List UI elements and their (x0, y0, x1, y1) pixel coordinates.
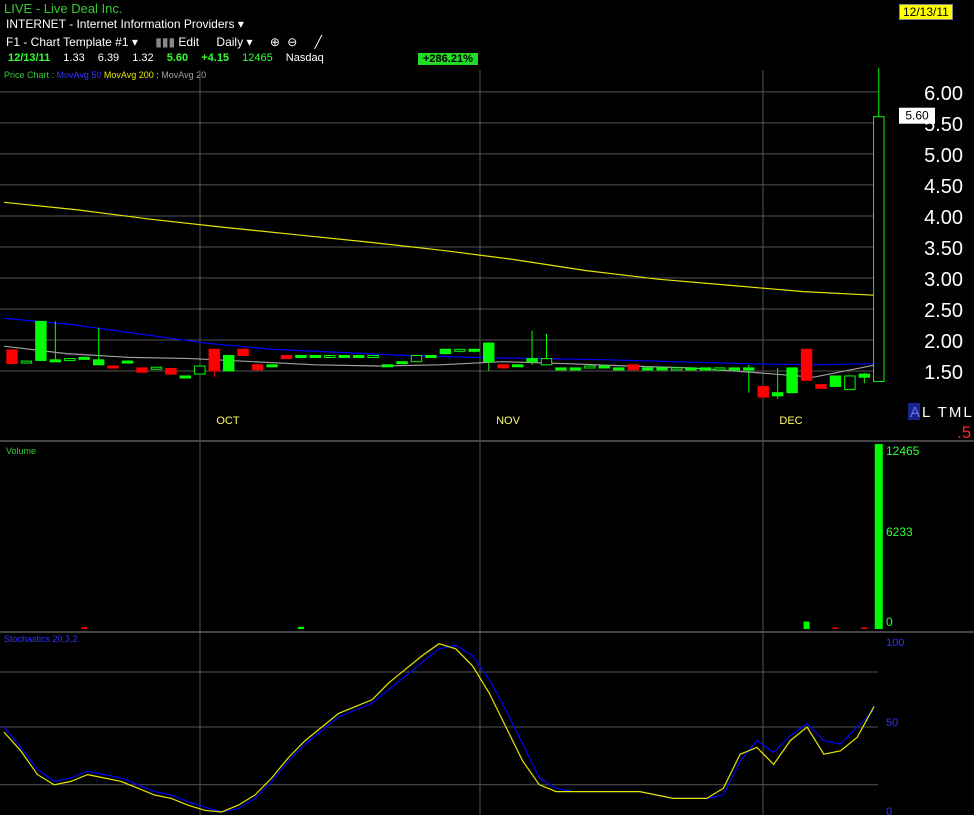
candle-body (396, 361, 408, 365)
volume-tick-label: 0 (886, 615, 893, 629)
y-tick-label: 4.00 (924, 207, 963, 229)
candle-body (771, 392, 784, 397)
y-tick-label: 2.50 (924, 300, 963, 322)
candle-body (526, 358, 538, 363)
candle-body (786, 367, 798, 394)
watermark-sub: .5 (957, 423, 971, 442)
chart-canvas[interactable]: OCT NOV DEC 1.50 2.00 2.50 3.00 3.50 4.00 4.50 5.0… (0, 0, 974, 815)
stoch-line (3, 643, 875, 813)
candle-body (873, 116, 885, 383)
candle-body (656, 367, 668, 371)
candle-body (6, 349, 18, 365)
candle-body (685, 367, 697, 371)
stoch-tick-label: 100 (886, 637, 904, 649)
candle-body (92, 359, 105, 366)
volume-bar (874, 444, 883, 629)
candle-body (222, 354, 235, 372)
y-tick-label: 3.50 (924, 238, 963, 260)
volume-bar (832, 627, 839, 629)
candle-body (569, 367, 582, 371)
y-tick-label: 4.50 (924, 176, 963, 198)
candle-body (613, 367, 625, 371)
candle-body (295, 354, 307, 358)
volume-bar (81, 627, 88, 629)
candle-body (20, 360, 33, 364)
candle-body (584, 365, 596, 369)
candle-body (280, 354, 293, 360)
candle-body (324, 354, 336, 358)
candle-body (150, 366, 163, 370)
candles (6, 67, 885, 399)
candle-body (829, 375, 842, 387)
volume-bar (803, 621, 810, 629)
candle-body (844, 375, 856, 391)
candle-body (728, 367, 741, 371)
candle-body (815, 384, 827, 389)
candle-body (699, 367, 712, 371)
candle-body (251, 364, 264, 371)
candle-body (266, 364, 278, 368)
candle-body (800, 348, 813, 381)
candle-body (425, 354, 437, 358)
candle-body (410, 354, 423, 363)
candle-body (454, 348, 466, 352)
candle-body (381, 364, 394, 368)
candle-body (367, 354, 379, 358)
chart-labels: OCT NOV DEC 1.50 2.00 2.50 3.00 3.50 4.00 4.50 5.0… (4, 83, 972, 815)
candle-body (555, 367, 567, 371)
y-tick-label: 1.50 (924, 362, 963, 384)
candle-body (107, 365, 119, 369)
candle-body (309, 354, 322, 358)
y-tick-label: 5.00 (924, 145, 963, 167)
candle-body (627, 364, 639, 371)
volume-bar (297, 626, 304, 629)
candle-body (757, 385, 769, 398)
candle-body (136, 367, 148, 373)
stochastics-lines (3, 643, 875, 813)
candle-body (165, 368, 177, 375)
stoch-title: Stochastics 20,3,2 (4, 634, 78, 644)
candle-body (468, 348, 480, 352)
chart-grid (0, 70, 974, 815)
volume-title: Volume (6, 446, 36, 456)
candle-body (237, 348, 249, 356)
x-tick-label: DEC (779, 415, 802, 427)
last-price-label: 5.60 (905, 109, 929, 123)
candle-body (338, 354, 350, 358)
candle-body (121, 360, 134, 364)
y-tick-label: 2.00 (924, 331, 963, 353)
candle-body (35, 320, 47, 361)
volume-bar (861, 627, 868, 629)
volume-tick-label: 6233 (886, 525, 913, 539)
candle-body (714, 367, 726, 371)
candle-body (78, 356, 90, 360)
candle-body (483, 342, 495, 363)
y-tick-label: 6.00 (924, 83, 963, 105)
candle-body (641, 367, 654, 371)
candle-body (858, 373, 871, 378)
candle-body (179, 375, 192, 379)
candle-body (49, 359, 62, 363)
candle-body (194, 365, 206, 375)
candle-body (497, 364, 509, 369)
candle-body (598, 365, 610, 369)
candle-body (511, 364, 524, 368)
stoch-tick-label: 50 (886, 717, 898, 729)
candle-body (64, 358, 76, 362)
x-tick-label: OCT (216, 415, 240, 427)
candle-body (540, 358, 553, 366)
watermark-highlight (908, 403, 920, 420)
x-tick-label: NOV (496, 415, 521, 427)
candle-body (208, 348, 220, 372)
candle-body (743, 367, 755, 371)
candle-body (670, 367, 683, 371)
candle-body (439, 348, 452, 355)
stoch-tick-label: 0 (886, 806, 892, 815)
candle-body (353, 354, 365, 358)
y-tick-label: 3.00 (924, 269, 963, 291)
volume-tick-label: 12465 (886, 444, 920, 458)
